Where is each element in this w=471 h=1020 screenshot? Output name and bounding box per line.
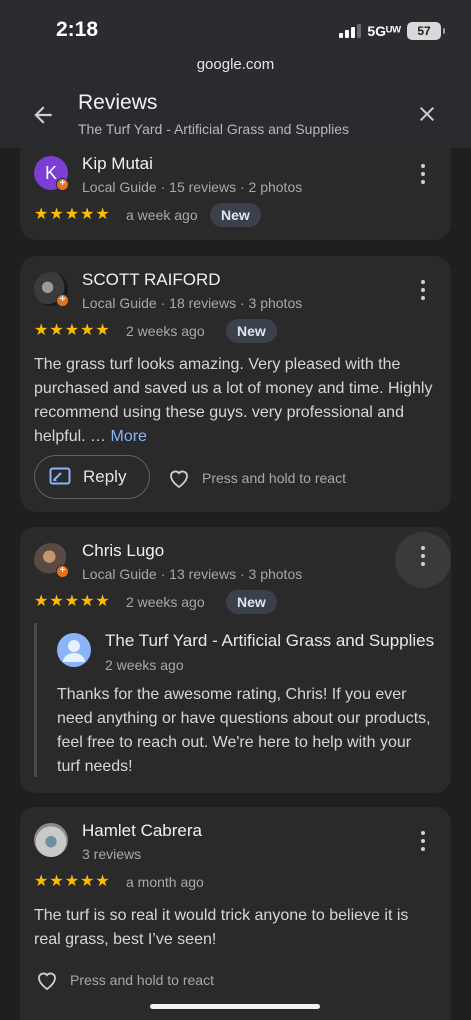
owner-reply-text: Thanks for the awesome rating, Chris! If… — [57, 686, 431, 775]
rating-stars: ★★★★★ — [34, 322, 111, 339]
heart-icon — [38, 972, 56, 991]
new-badge: New — [226, 590, 277, 614]
review-card: + Chris Lugo Local Guide · 13 reviews · … — [20, 527, 451, 793]
reviewer-name[interactable]: Kip Mutai — [82, 154, 153, 174]
react-label: Press and hold to react — [70, 972, 214, 988]
review-card: K + Kip Mutai Local Guide · 15 reviews ·… — [20, 148, 451, 240]
reviewer-meta: Local Guide · 15 reviews · 2 photos — [82, 179, 303, 195]
review-date: a week ago — [126, 207, 198, 223]
reviewer-name[interactable]: SCOTT RAIFORD — [82, 270, 221, 290]
review-card: Hamlet Cabrera 3 reviews ★★★★★ a month a… — [20, 807, 451, 1020]
heart-icon — [170, 470, 188, 489]
local-guide-badge: + — [56, 178, 69, 191]
reply-icon — [49, 467, 71, 485]
avatar-initial: K — [44, 163, 57, 183]
more-link[interactable]: More — [111, 428, 147, 445]
review-date: a month ago — [126, 874, 204, 890]
avatar[interactable] — [34, 823, 68, 857]
owner-reply-date: 2 weeks ago — [105, 657, 184, 673]
status-bar: 2:18 5Gᵁᵂ 57 google.com — [0, 0, 471, 80]
react-button[interactable]: Press and hold to react — [34, 968, 214, 992]
reviewer-meta: Local Guide · 13 reviews · 3 photos — [82, 566, 303, 582]
rating-stars: ★★★★★ — [34, 593, 111, 610]
owner-reply: The Turf Yard - Artificial Grass and Sup… — [34, 623, 439, 777]
status-indicators: 5Gᵁᵂ 57 — [339, 22, 445, 40]
reviewer-name[interactable]: Chris Lugo — [82, 541, 164, 561]
more-options-icon[interactable] — [411, 278, 435, 302]
review-card: + SCOTT RAIFORD Local Guide · 18 reviews… — [20, 256, 451, 512]
owner-avatar-icon — [57, 633, 91, 667]
battery-icon: 57 — [407, 22, 445, 40]
page-subtitle: The Turf Yard - Artificial Grass and Sup… — [78, 121, 350, 137]
reply-label: Reply — [83, 467, 127, 486]
review-body: The grass turf looks amazing. Very pleas… — [34, 356, 433, 445]
network-label: 5Gᵁᵂ — [367, 23, 401, 39]
reviewer-name[interactable]: Hamlet Cabrera — [82, 821, 202, 841]
reviewer-meta: 3 reviews — [82, 846, 142, 862]
rating-stars: ★★★★★ — [34, 206, 111, 223]
local-guide-badge: + — [56, 565, 69, 578]
back-arrow-icon[interactable] — [30, 102, 56, 128]
local-guide-badge: + — [56, 294, 69, 307]
reviews-header: Reviews The Turf Yard - Artificial Grass… — [0, 80, 471, 148]
new-badge: New — [210, 203, 261, 227]
new-badge: New — [226, 319, 277, 343]
close-icon[interactable] — [415, 102, 439, 126]
rating-stars: ★★★★★ — [34, 873, 111, 890]
status-time: 2:18 — [56, 18, 99, 41]
reply-button[interactable]: Reply — [34, 455, 150, 499]
review-date: 2 weeks ago — [126, 594, 205, 610]
review-text: The turf is so real it would trick anyon… — [34, 907, 409, 948]
browser-url[interactable]: google.com — [0, 56, 471, 73]
owner-name: The Turf Yard - Artificial Grass and Sup… — [105, 631, 439, 650]
review-date: 2 weeks ago — [126, 323, 205, 339]
more-options-icon[interactable] — [395, 532, 451, 588]
signal-icon — [339, 24, 362, 38]
reviews-feed[interactable]: K + Kip Mutai Local Guide · 15 reviews ·… — [0, 148, 471, 1020]
page-title: Reviews — [78, 91, 158, 114]
more-options-icon[interactable] — [411, 829, 435, 853]
more-options-icon[interactable] — [411, 162, 435, 186]
home-indicator[interactable] — [150, 1004, 320, 1009]
react-button[interactable]: Press and hold to react — [166, 466, 346, 490]
reviewer-meta: Local Guide · 18 reviews · 3 photos — [82, 295, 303, 311]
review-text: The grass turf looks amazing. Very pleas… — [34, 353, 434, 449]
react-label: Press and hold to react — [202, 470, 346, 486]
